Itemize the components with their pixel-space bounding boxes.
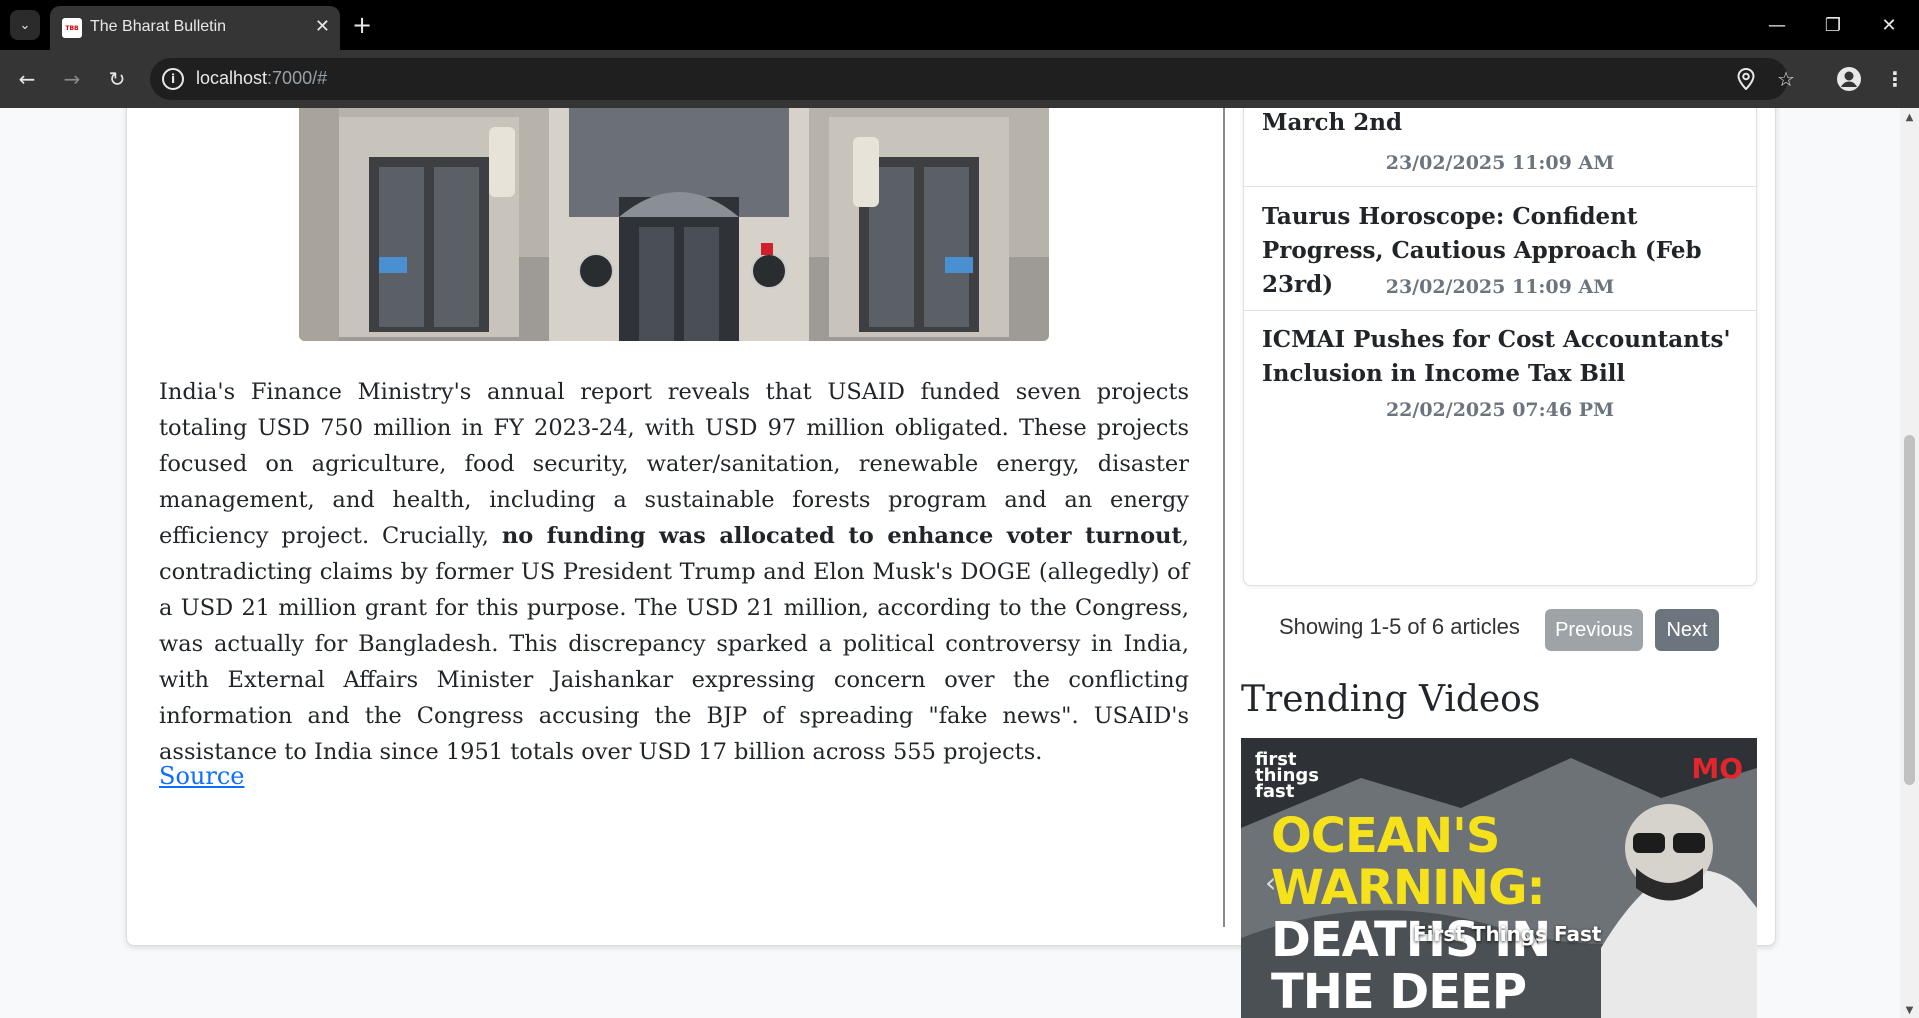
profile-avatar-icon[interactable] [1834,64,1864,94]
news-title[interactable]: March 2nd [1262,108,1742,140]
bookmark-star-icon[interactable]: ☆ [1773,66,1799,92]
article-body-rest: , contradicting claims by former US Pres… [159,523,1189,765]
news-list-item[interactable]: March 2nd 23/02/2025 11:09 AM [1244,108,1756,187]
article-card: India's Finance Ministry's annual report… [126,108,1776,1018]
scroll-up-icon[interactable]: ▲ [1903,112,1916,123]
reload-icon[interactable]: ↻ [102,64,132,94]
forward-arrow-icon[interactable]: → [57,64,87,94]
carousel-prev-icon[interactable]: ‹ [1265,866,1276,899]
page-scrollbar[interactable]: ▲ ▼ [1900,108,1919,1018]
news-list-item[interactable]: ICMAI Pushes for Cost Accountants' Inclu… [1244,310,1756,432]
pagination-summary: Showing 1-5 of 6 articles [1279,614,1520,639]
news-title[interactable]: ICMAI Pushes for Cost Accountants' Inclu… [1262,323,1742,391]
url-port-path: :7000/# [267,68,328,88]
source-link[interactable]: Source [159,762,244,790]
new-tab-button[interactable]: + [352,10,372,40]
tab-search-button[interactable]: ⌄ [10,10,40,40]
video-caption: First Things Fast [1413,922,1602,946]
video-headline-line: WARNING: [1271,860,1546,916]
back-arrow-icon[interactable]: ← [12,64,42,94]
browser-menu-icon[interactable]: ⋮ [1880,64,1910,94]
trending-videos-title: Trending Videos [1241,679,1541,720]
address-bar[interactable]: i localhost:7000/# ☆ [150,58,1795,100]
article-body: India's Finance Ministry's annual report… [159,374,1189,770]
video-headline-line: OCEAN'S [1271,808,1500,864]
minimize-icon[interactable]: — [1757,10,1797,40]
video-brand-logo: MO [1691,752,1743,785]
restore-icon[interactable]: ❐ [1813,10,1853,40]
site-info-icon[interactable]: i [162,68,184,90]
article-body-bold: no funding was allocated to enhance vote… [501,523,1182,549]
browser-tab[interactable]: TBB The Bharat Bulletin ✕ [50,6,340,50]
tab-title: The Bharat Bulletin [90,18,227,35]
next-button[interactable]: Next [1655,609,1719,651]
page-viewport: India's Finance Ministry's annual report… [0,108,1900,1018]
browser-toolbar: ← → ↻ i localhost:7000/# ☆ ⋮ [0,50,1919,108]
close-tab-icon[interactable]: ✕ [315,16,330,38]
news-date: 22/02/2025 07:46 PM [1385,399,1615,421]
news-date: 23/02/2025 11:09 AM [1385,152,1615,174]
news-date: 23/02/2025 11:09 AM [1385,276,1615,298]
video-headline-line: THE DEEP [1271,964,1527,1018]
url-host: localhost [196,68,268,88]
close-window-icon[interactable]: ✕ [1869,10,1909,40]
browser-tab-bar: ⌄ TBB The Bharat Bulletin ✕ + — ❐ ✕ [0,0,1919,50]
scroll-down-icon[interactable]: ▼ [1903,1005,1916,1016]
video-channel-logo: first things fast [1255,749,1320,802]
video-thumbnail[interactable]: first things fast MO OCEAN'S WARNING: DE… [1241,738,1757,1018]
article-image [299,108,1049,341]
news-list-item[interactable]: Taurus Horoscope: Confident Progress, Ca… [1244,186,1756,311]
news-list: March 2nd 23/02/2025 11:09 AM Taurus Hor… [1243,108,1757,586]
video-headline: OCEAN'S WARNING: DEATHS IN THE DEEP [1271,810,1571,1018]
location-pin-icon[interactable] [1733,66,1759,92]
scrollbar-thumb[interactable] [1904,435,1915,785]
column-divider [1223,108,1225,927]
site-favicon: TBB [62,18,82,38]
url-text[interactable]: localhost:7000/# [196,68,327,89]
previous-button[interactable]: Previous [1545,609,1643,651]
